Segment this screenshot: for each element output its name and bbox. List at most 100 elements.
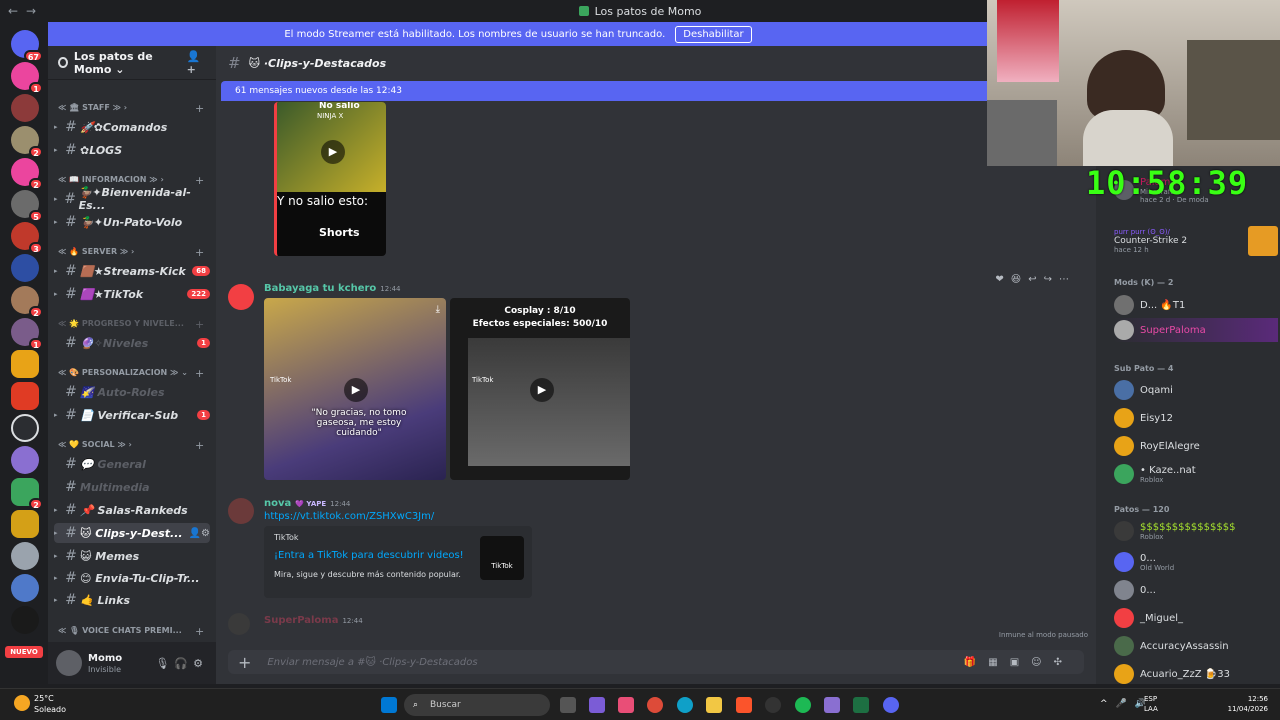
gif-icon[interactable]: ▦ <box>988 657 1009 668</box>
taskbar-search[interactable]: ⌕ Buscar <box>404 694 550 716</box>
discord-icon[interactable] <box>883 697 899 713</box>
tiktok-video[interactable]: TikTok ▶ "No gracias, no tomo gaseosa, m… <box>264 298 446 480</box>
channel-tiktok[interactable]: ▸ # 🟪★TikTok 222 <box>54 284 210 304</box>
forward-icon[interactable]: ↪ <box>1044 274 1059 285</box>
server-icon[interactable]: 5 <box>11 190 43 222</box>
server-icon[interactable]: 2 <box>11 126 43 158</box>
member-item[interactable]: AccuracyAssassin <box>1114 634 1278 658</box>
server-icon[interactable] <box>11 414 39 442</box>
member-item[interactable]: _Miguel_ <box>1114 606 1278 630</box>
server-icon[interactable] <box>11 94 39 122</box>
add-channel-icon[interactable]: + <box>195 318 204 331</box>
mic-icon[interactable]: 🎙 <box>155 657 174 670</box>
channel-bienvenida[interactable]: ▸ # 🦆✦Bienvenida-al-Es... <box>54 186 210 212</box>
add-channel-icon[interactable]: + <box>195 439 204 452</box>
server-icon[interactable] <box>11 382 39 410</box>
teams-icon[interactable] <box>589 697 605 713</box>
add-attachment-icon[interactable]: + <box>238 653 251 672</box>
channel-clips-y-destacados[interactable]: ▸ # 🐱 Clips-y-Dest... 👤⚙ <box>54 523 210 543</box>
invite-icon[interactable]: 👤+ <box>187 50 206 76</box>
channel-links[interactable]: ▸ # 🤙 Links <box>54 590 210 610</box>
download-icon[interactable]: ⤓ <box>436 304 440 315</box>
weather-icon[interactable] <box>14 695 30 711</box>
heart-icon[interactable]: ❤ <box>995 274 1010 285</box>
add-channel-icon[interactable]: + <box>195 367 204 380</box>
settings-gear-icon[interactable]: 👤⚙ <box>189 528 210 539</box>
spotify-icon[interactable] <box>795 697 811 713</box>
input-tools[interactable]: 🎁▦▣☺✣ <box>964 657 1074 668</box>
channel-auto-roles[interactable]: # 🌠 Auto-Roles <box>54 382 210 402</box>
app-icon[interactable] <box>824 697 840 713</box>
avatar[interactable] <box>228 284 254 310</box>
channel-logs[interactable]: ▸ # ✿LOGS <box>54 140 210 160</box>
member-item[interactable]: $$$$$$$$$$$$$$$ Roblox <box>1114 519 1278 543</box>
member-item[interactable]: D... 🔥T1 <box>1114 293 1278 317</box>
server-icon[interactable]: 3 <box>11 222 43 254</box>
member-item[interactable]: Eisy12 <box>1114 406 1278 430</box>
server-icon[interactable] <box>11 574 39 602</box>
category-server[interactable]: ≪ 🔥 SERVER ≫ › + <box>58 246 204 259</box>
more-icon[interactable]: ⋯ <box>1059 274 1076 285</box>
add-channel-icon[interactable]: + <box>195 625 204 638</box>
avatar[interactable] <box>228 498 254 524</box>
gift-icon[interactable]: 🎁 <box>964 657 988 668</box>
avatar[interactable] <box>56 650 82 676</box>
gear-icon[interactable]: ⚙ <box>193 657 208 670</box>
member-item[interactable]: • Kaze..nat Roblox <box>1114 462 1278 486</box>
edge-icon[interactable] <box>677 697 693 713</box>
task-view-icon[interactable] <box>560 697 576 713</box>
server-icon[interactable] <box>11 510 39 538</box>
server-icon[interactable] <box>11 542 39 570</box>
channel-multimedia[interactable]: # Multimedia <box>54 477 210 497</box>
server-icon[interactable] <box>11 446 39 474</box>
excel-icon[interactable] <box>853 697 869 713</box>
message-author[interactable]: Babayaga tu kchero 12:44 <box>264 283 400 294</box>
message-link[interactable]: https://vt.tiktok.com/ZSHXwC3Jm/ <box>264 511 434 522</box>
nav-arrows-icon[interactable]: ←→ <box>8 4 44 18</box>
tiktok-video[interactable]: Cosplay : 8/10 Efectos especiales: 500/1… <box>450 298 630 480</box>
server-icon[interactable]: 1 <box>11 318 43 350</box>
server-icon[interactable] <box>11 606 39 634</box>
user-controls[interactable]: 🎙🎧⚙ <box>155 657 208 670</box>
member-item[interactable]: SuperPaloma <box>1114 318 1278 342</box>
channel-salas-rankeds[interactable]: ▸ # 📌 Salas-Rankeds <box>54 500 210 520</box>
folder-icon[interactable] <box>706 697 722 713</box>
chrome-icon[interactable] <box>647 697 663 713</box>
emoji-icon[interactable]: 😆 <box>1011 274 1028 285</box>
sticker-icon[interactable]: ▣ <box>1010 657 1031 668</box>
server-icon[interactable]: 2 <box>11 286 43 318</box>
channel-verificar-sub[interactable]: ▸ # 📄 Verificar-Sub 1 <box>54 405 210 425</box>
message-author[interactable]: SuperPaloma 12:44 <box>264 615 363 626</box>
category-staff[interactable]: ≪ 🏛 STAFF ≫ › + <box>58 102 204 115</box>
member-item[interactable]: Oqami <box>1114 378 1278 402</box>
channel-streams-kick[interactable]: ▸ # 🟫★Streams-Kick 68 <box>54 261 210 281</box>
category-informacion[interactable]: ≪ 📖 INFORMACION ≫ › + <box>58 174 204 187</box>
server-icon[interactable]: 1 <box>11 62 43 94</box>
message-author[interactable]: nova 💜 YAPE 12:44 <box>264 498 350 509</box>
server-icon[interactable]: 2 <box>11 478 43 510</box>
add-channel-icon[interactable]: + <box>195 246 204 259</box>
apps-icon[interactable]: ✣ <box>1054 657 1074 668</box>
channel-niveles[interactable]: # 🔮✧Niveles 1 <box>54 333 210 353</box>
disable-button[interactable]: Deshabilitar <box>675 25 752 43</box>
channel-general[interactable]: # 💬 General <box>54 454 210 474</box>
shorts-video[interactable]: No salio NINJA X ▶ Y no salio esto: Shor… <box>274 102 386 256</box>
member-item[interactable]: RoyElAlegre <box>1114 434 1278 458</box>
language-indicator[interactable]: ESP LAA <box>1144 694 1164 714</box>
member-item[interactable]: 0... <box>1114 578 1278 602</box>
guild-header[interactable]: Los patos de Momo ⌄ 👤+ <box>48 46 216 80</box>
category-social[interactable]: ≪ 💛 SOCIAL ≫ › + <box>58 439 204 452</box>
home-discord-icon[interactable]: 67 <box>11 30 43 62</box>
add-channel-icon[interactable]: + <box>195 102 204 115</box>
channel-envia-tu-clip[interactable]: ▸ # 😊 Envia-Tu-Clip-Tr... <box>54 568 210 588</box>
play-icon[interactable]: ▶ <box>344 378 368 402</box>
weather-widget[interactable]: 25°C Soleado <box>34 693 66 715</box>
channel-comandos[interactable]: ▸ # 🚀✿Comandos <box>54 117 210 137</box>
reply-icon[interactable]: ↩ <box>1028 274 1043 285</box>
headset-icon[interactable]: 🎧 <box>174 657 193 670</box>
member-item[interactable]: 0... Old World <box>1114 550 1278 574</box>
message-actions[interactable]: ❤😆↩↪⋯ <box>995 274 1076 285</box>
play-icon[interactable]: ▶ <box>321 140 345 164</box>
member-item[interactable]: Acuario_ZzZ 🍺33 <box>1114 662 1278 686</box>
play-icon[interactable]: ▶ <box>530 378 554 402</box>
